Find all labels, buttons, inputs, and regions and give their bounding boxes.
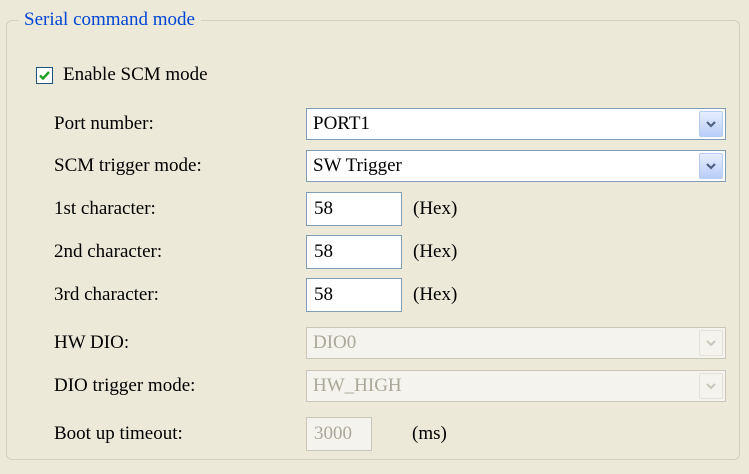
hw-dio-dropdown-button[interactable] <box>699 330 723 356</box>
chevron-down-icon <box>706 383 716 390</box>
dio-trigger-mode-dropdown-button[interactable] <box>699 373 723 399</box>
char1-unit: (Hex) <box>413 198 458 219</box>
char3-label: 3rd character: <box>54 284 159 305</box>
scm-trigger-mode-value: SW Trigger <box>313 155 402 176</box>
dio-trigger-mode-label: DIO trigger mode: <box>54 375 196 396</box>
port-number-dropdown-button[interactable] <box>699 111 723 137</box>
char2-input[interactable]: 58 <box>306 235 402 269</box>
char1-input[interactable]: 58 <box>306 192 402 226</box>
port-number-select[interactable]: PORT1 <box>306 108 726 140</box>
dio-trigger-mode-select[interactable]: HW_HIGH <box>306 370 726 402</box>
port-number-value: PORT1 <box>313 113 370 134</box>
checkbox-box[interactable] <box>36 66 53 84</box>
boot-timeout-value: 3000 <box>314 423 352 444</box>
char3-input[interactable]: 58 <box>306 278 402 312</box>
hw-dio-select[interactable]: DIO0 <box>306 327 726 359</box>
boot-timeout-unit: (ms) <box>412 423 447 444</box>
char3-unit: (Hex) <box>413 284 458 305</box>
boot-timeout-label: Boot up timeout: <box>54 423 183 444</box>
port-number-label: Port number: <box>54 113 154 134</box>
char2-label: 2nd character: <box>54 241 163 262</box>
checkmark-icon <box>39 70 50 80</box>
char1-label: 1st character: <box>54 198 156 219</box>
boot-timeout-input[interactable]: 3000 <box>306 417 372 451</box>
chevron-down-icon <box>706 340 716 347</box>
enable-scm-label: Enable SCM mode <box>63 64 208 85</box>
scm-trigger-mode-label: SCM trigger mode: <box>54 155 202 176</box>
char2-unit: (Hex) <box>413 241 458 262</box>
chevron-down-icon <box>706 163 716 170</box>
scm-trigger-mode-select[interactable]: SW Trigger <box>306 150 726 182</box>
dio-trigger-mode-value: HW_HIGH <box>313 375 402 396</box>
scm-trigger-mode-dropdown-button[interactable] <box>699 153 723 179</box>
hw-dio-value: DIO0 <box>313 332 357 353</box>
char3-value: 58 <box>314 284 333 305</box>
group-title: Serial command mode <box>18 8 201 32</box>
char2-value: 58 <box>314 241 333 262</box>
hw-dio-label: HW DIO: <box>54 332 130 353</box>
chevron-down-icon <box>706 121 716 128</box>
enable-scm-checkbox[interactable]: Enable SCM mode <box>36 63 208 87</box>
char1-value: 58 <box>314 198 333 219</box>
